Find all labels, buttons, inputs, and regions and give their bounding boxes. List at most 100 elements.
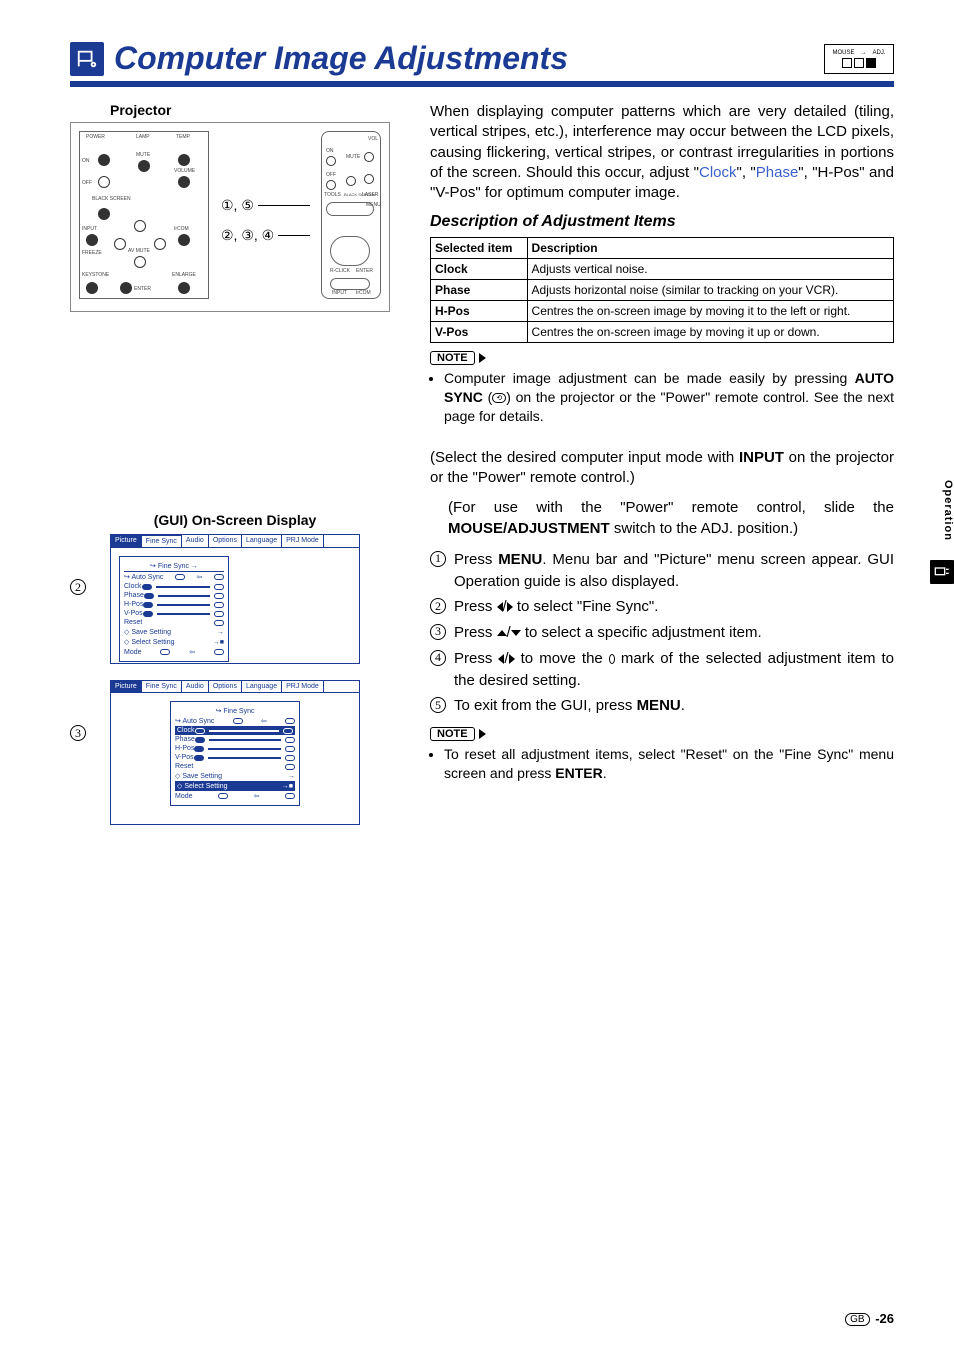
gi-mode: Mode	[124, 649, 142, 656]
link-clock[interactable]: Clock	[699, 164, 737, 181]
gi-reset: Reset	[124, 619, 142, 626]
gui-panel-2: Picture Fine Sync Audio Options Language…	[110, 680, 360, 825]
label-vol: VOL	[368, 136, 378, 142]
label-temp: TEMP.	[176, 134, 191, 140]
step-3: 3 Press / to select a specific adjustmen…	[430, 622, 894, 644]
sw-post: switch to the ADJ. position.)	[610, 520, 798, 537]
sw-pre: (For use with the "Power" remote control…	[448, 499, 894, 516]
tab-fine-sync-2: Fine Sync	[142, 681, 182, 692]
label-ircom2: IrCOM	[356, 290, 371, 296]
td-item: Clock	[431, 259, 528, 280]
s2-pre: Press	[454, 598, 497, 615]
gi-clock: Clock	[124, 583, 142, 590]
gb-badge: GB	[845, 1313, 869, 1326]
n1-pre: Computer image adjustment can be made ea…	[444, 370, 855, 386]
td-item: Phase	[431, 280, 528, 301]
desc-heading: Description of Adjustment Items	[430, 213, 894, 231]
callout-2-3-4: ②, ③, ④	[221, 227, 274, 244]
label-ircom: IrCOM	[174, 226, 189, 232]
label-mute2: MUTE	[346, 154, 360, 160]
left-arrow-icon-2	[498, 654, 504, 664]
gi-hpos: H-Pos	[124, 601, 143, 608]
side-tab-operation: Operation	[942, 480, 954, 541]
gi-phase: Phase	[124, 592, 144, 599]
gui-marker-3: 3	[70, 725, 86, 741]
label-keystone: KEYSTONE	[82, 272, 109, 278]
tab-prj-2: PRJ Mode	[282, 681, 324, 692]
section-icon	[70, 42, 104, 76]
select-input-line: (Select the desired computer input mode …	[430, 448, 894, 489]
step-num-5: 5	[430, 697, 446, 713]
td-desc: Centres the on-screen image by moving it…	[527, 322, 893, 343]
label-mute: MUTE	[136, 152, 150, 158]
label-lamp: LAMP	[136, 134, 150, 140]
tab-options: Options	[209, 535, 242, 547]
n1-mid: (	[483, 389, 492, 405]
link-phase[interactable]: Phase	[756, 164, 799, 181]
step-5: 5 To exit from the GUI, press MENU.	[430, 695, 894, 717]
s5-bold: MENU	[637, 697, 681, 714]
auto-sync-icon: ⟲	[492, 393, 506, 403]
td-desc: Adjusts horizontal noise (similar to tra…	[527, 280, 893, 301]
s4-pre: Press	[454, 650, 498, 667]
note-2-text: To reset all adjustment items, select "R…	[444, 745, 894, 783]
page-footer: GB -26	[845, 1311, 894, 1326]
sel-bold: INPUT	[739, 449, 784, 466]
tab-audio: Audio	[182, 535, 209, 547]
gi-save: Save Setting	[131, 629, 171, 636]
label-avmute: AV MUTE	[128, 248, 150, 254]
note-arrow-icon	[479, 353, 486, 363]
sw-bold: MOUSE/ADJUSTMENT	[448, 520, 610, 537]
table-row: V-Pos Centres the on-screen image by mov…	[431, 322, 894, 343]
adjustment-table: Selected item Description Clock Adjusts …	[430, 237, 894, 343]
label-input2: INPUT	[332, 290, 347, 296]
down-arrow-icon	[511, 630, 521, 636]
gi-select: Select Setting	[131, 639, 174, 646]
n2-post: .	[603, 765, 607, 781]
gui-panel-1: Picture Fine Sync Audio Options Language…	[110, 534, 360, 664]
gi-select-2: Select Setting	[184, 783, 227, 790]
gi-phase-2: Phase	[175, 736, 195, 743]
page-title: Computer Image Adjustments	[114, 40, 568, 77]
label-enlarge: ENLARGE	[172, 272, 196, 278]
step-num-3: 3	[430, 624, 446, 640]
callout-1-5: ①, ⑤	[221, 197, 254, 214]
gi-clock-2: Clock	[177, 727, 195, 734]
step-2: 2 Press / to select "Fine Sync".	[430, 596, 894, 618]
td-desc: Adjusts vertical noise.	[527, 259, 893, 280]
gui-marker-2: 2	[70, 579, 86, 595]
switch-line: (For use with the "Power" remote control…	[448, 498, 894, 539]
step-1: 1 Press MENU. Menu bar and "Picture" men…	[430, 549, 894, 593]
tab-language-2: Language	[242, 681, 282, 692]
step-num-1: 1	[430, 551, 446, 567]
tab-picture: Picture	[111, 535, 142, 547]
side-operation-icon	[930, 560, 954, 584]
intro-mid: ", "	[737, 164, 756, 181]
s1-pre: Press	[454, 551, 498, 568]
tab-options-2: Options	[209, 681, 242, 692]
table-row: H-Pos Centres the on-screen image by mov…	[431, 301, 894, 322]
label-off: OFF	[82, 180, 92, 186]
th-item: Selected item	[431, 238, 528, 259]
note-badge-2: NOTE	[430, 727, 475, 741]
label-on2: ON	[326, 148, 334, 154]
gi-vpos: V-Pos	[124, 610, 143, 617]
s5-pre: To exit from the GUI, press	[454, 697, 637, 714]
s1-bold: MENU	[498, 551, 542, 568]
up-arrow-icon	[497, 630, 507, 636]
td-item: H-Pos	[431, 301, 528, 322]
label-off2: OFF	[326, 172, 336, 178]
label-laser: LASER	[362, 192, 378, 198]
page-number: -26	[875, 1311, 894, 1326]
mouse-adj-switch-diagram: MOUSE → ADJ.	[824, 44, 894, 74]
table-row: Clock Adjusts vertical noise.	[431, 259, 894, 280]
sel-pre: (Select the desired computer input mode …	[430, 449, 739, 466]
fine-sync-title: Fine Sync	[158, 563, 189, 570]
label-rclick: R-CLICK	[330, 268, 350, 274]
intro-paragraph: When displaying computer patterns which …	[430, 102, 894, 203]
s3-pre: Press	[454, 624, 497, 641]
td-desc: Centres the on-screen image by moving it…	[527, 301, 893, 322]
tab-fine-sync: Fine Sync	[142, 535, 182, 547]
gi-hpos-2: H-Pos	[175, 745, 194, 752]
label-enter: ENTER	[134, 286, 151, 292]
